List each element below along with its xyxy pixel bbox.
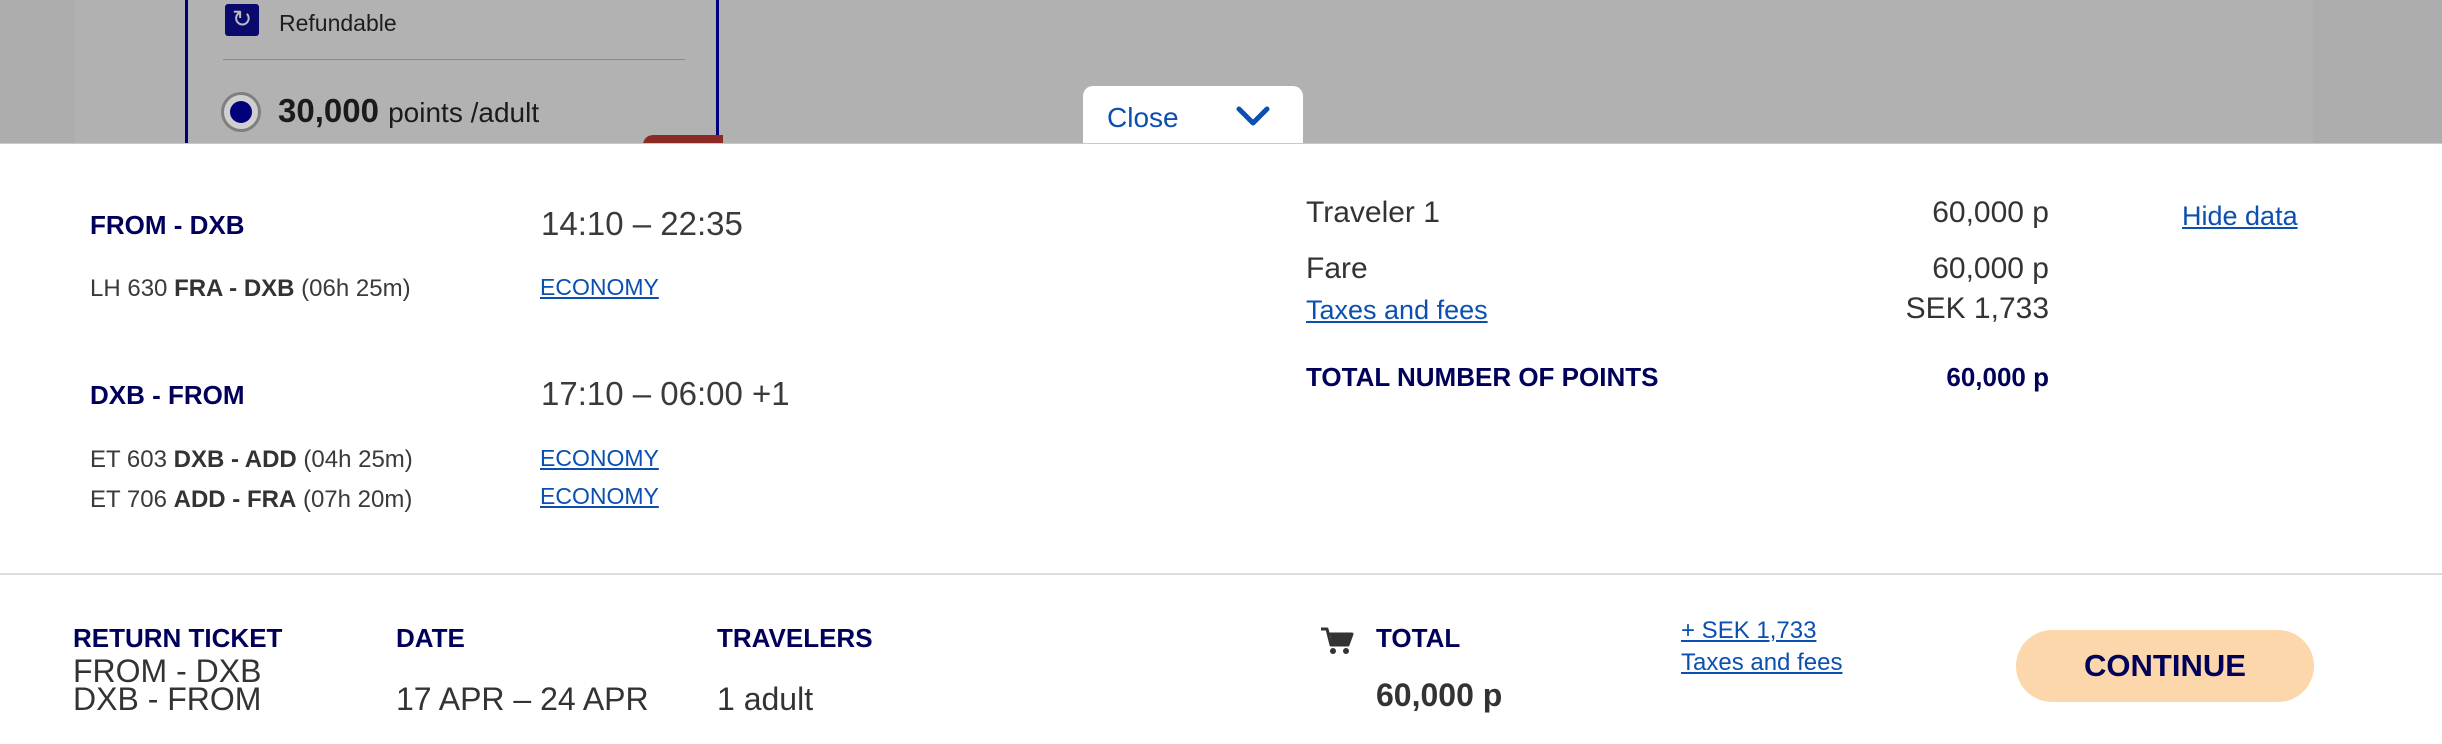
segment-duration: (06h 25m) (301, 275, 411, 302)
date-value: 17 APR – 24 APR (396, 681, 649, 717)
total-heading: TOTAL (1376, 623, 1461, 653)
fare-radio-selected (221, 92, 261, 132)
total-points-value: 60,000 p (1946, 362, 2049, 392)
total-value: 60,000 p (1376, 677, 1503, 713)
flight-details-drawer: FROM - DXB 14:10 – 22:35 LH 630 FRA - DX… (0, 143, 2442, 573)
refund-icon: ↻ (225, 4, 259, 36)
segment-row: ET 603 DXB - ADD (04h 25m) (90, 446, 413, 474)
chevron-down-icon (1236, 106, 1270, 126)
outbound-time: 14:10 – 22:35 (541, 205, 743, 242)
fare-option-card: ↻ Refundable 30,000 points /adult (185, 0, 723, 143)
segment-row: LH 630 FRA - DXB (06h 25m) (90, 275, 411, 303)
fare-value: 60,000 p (1932, 252, 2049, 285)
cabin-class-link[interactable]: ECONOMY (540, 274, 659, 301)
return-ticket-heading: RETURN TICKET (73, 623, 283, 653)
traveler-value: 60,000 p (1932, 196, 2049, 229)
outbound-title: FROM - DXB (90, 210, 245, 240)
traveler-label: Traveler 1 (1306, 196, 1440, 229)
segment-route: ADD - FRA (173, 486, 297, 513)
fare-points-value: 30,000 (278, 92, 379, 129)
taxes-fees-footer-link[interactable]: Taxes and fees (1681, 649, 1842, 677)
segment-duration: (07h 20m) (302, 486, 413, 513)
inbound-title: DXB - FROM (90, 380, 245, 410)
refundable-label: Refundable (279, 10, 397, 36)
segment-duration: (04h 25m) (303, 446, 413, 473)
segment-route: DXB - ADD (173, 446, 297, 473)
taxes-value: SEK 1,733 (1905, 292, 2049, 325)
cabin-class-link[interactable]: ECONOMY (540, 445, 659, 472)
close-label: Close (1107, 102, 1179, 133)
fare-points-unit: points /adult (388, 97, 540, 128)
continue-button[interactable]: CONTINUE (2016, 630, 2314, 702)
taxes-fees-link[interactable]: Taxes and fees (1306, 295, 1488, 326)
cart-icon (1321, 627, 1354, 654)
segment-flight: LH 630 (90, 275, 168, 302)
hide-data-link[interactable]: Hide data (2182, 201, 2298, 232)
fare-label: Fare (1306, 252, 1368, 285)
segment-route: FRA - DXB (174, 275, 295, 302)
total-points-label: TOTAL NUMBER OF POINTS (1306, 362, 1659, 392)
close-drawer-button[interactable]: Close (1083, 86, 1303, 146)
ticket-route-2: DXB - FROM (73, 681, 262, 717)
fare-card-divider (223, 59, 685, 60)
segment-flight: ET 603 (90, 446, 167, 473)
segment-row: ET 706 ADD - FRA (07h 20m) (90, 486, 412, 514)
inbound-time: 17:10 – 06:00 +1 (541, 375, 790, 412)
cabin-class-link[interactable]: ECONOMY (540, 483, 659, 510)
taxes-amount-link[interactable]: + SEK 1,733 (1681, 617, 1816, 645)
booking-summary-bar: RETURN TICKET FROM - DXB DXB - FROM DATE… (0, 573, 2442, 744)
date-heading: DATE (396, 623, 465, 653)
fare-points: 30,000 points /adult (278, 92, 539, 130)
travelers-value: 1 adult (717, 681, 814, 717)
travelers-heading: TRAVELERS (717, 623, 873, 653)
fare-tag (643, 135, 723, 143)
segment-flight: ET 706 (90, 486, 167, 513)
